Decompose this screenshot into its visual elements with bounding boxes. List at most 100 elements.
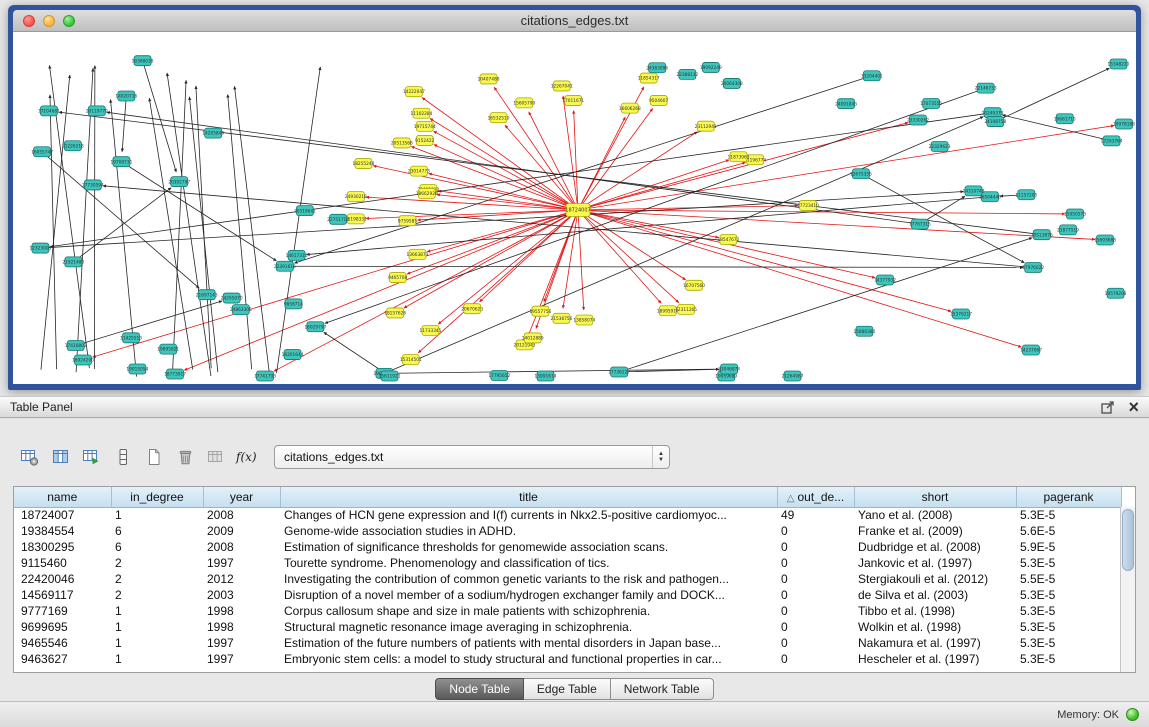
graph-edge (578, 123, 908, 210)
graph-node-label: 17104681 (38, 108, 60, 114)
table-row[interactable]: 1456911722003Disruption of a novel membe… (14, 587, 1121, 603)
column-header-title[interactable]: title (280, 487, 777, 507)
graph-node-label: 14205849 (202, 131, 224, 137)
cell-pagerank: 5.3E-5 (1016, 603, 1121, 619)
graph-node-label: 20319641 (294, 208, 316, 214)
window-titlebar[interactable]: citations_edges.txt (13, 10, 1136, 32)
graph-node-label: 22146733 (975, 86, 997, 92)
table-columns-button[interactable] (45, 444, 76, 470)
table-import-button[interactable] (76, 444, 107, 470)
table-row[interactable]: 2242004622012Investigating the contribut… (14, 571, 1121, 587)
graph-node-label: 21264987 (782, 374, 804, 380)
column-strip-button[interactable] (107, 444, 138, 470)
vertical-scrollbar[interactable] (1120, 507, 1135, 672)
window-zoom-button[interactable] (63, 15, 75, 27)
table-row[interactable]: 977716911998Corpus callosum shape and si… (14, 603, 1121, 619)
graph-node-label: 17795652 (488, 373, 510, 379)
graph-node-label: 11854317 (638, 76, 660, 82)
graph-node-label: 12675355 (850, 171, 872, 177)
graph-edge (384, 117, 983, 374)
graph-edge (93, 210, 578, 357)
table-settings-button[interactable] (14, 444, 45, 470)
graph-node-label: 13858074 (573, 318, 595, 324)
column-header-short[interactable]: short (854, 487, 1016, 507)
column-header-year[interactable]: year (203, 487, 280, 507)
network-canvas[interactable]: 1872400719715744189959142311294117011671… (13, 32, 1136, 384)
cell-in_degree: 6 (111, 523, 203, 539)
graph-node-label: 9152422 (415, 138, 434, 144)
graph-node-label: 21536756 (551, 316, 573, 322)
table-row[interactable]: 946554611997Estimation of the future num… (14, 635, 1121, 651)
cell-title: Investigating the contribution of common… (280, 571, 777, 587)
cell-in_degree: 1 (111, 603, 203, 619)
graph-node-label: 23112941 (695, 124, 717, 130)
graph-node-label: 11157205 (1015, 192, 1037, 198)
new-file-button[interactable] (138, 444, 169, 470)
graph-node-label: 23046874 (718, 367, 740, 373)
graph-node-label: 24930218 (345, 194, 367, 200)
table-row[interactable]: 946362711997Embryonic stem cells: a mode… (14, 651, 1121, 667)
table-row[interactable]: 911546021997Tourette syndrome. Phenomeno… (14, 555, 1121, 571)
graph-node-label: 11425513 (120, 335, 142, 341)
cell-name: 22420046 (14, 571, 111, 587)
graph-node-label: 22751714 (327, 217, 349, 223)
graph-node-label: 11226218 (62, 143, 84, 149)
tab-node-table[interactable]: Node Table (435, 678, 524, 700)
graph-node-label: 17767315 (909, 222, 931, 228)
column-header-pagerank[interactable]: pagerank (1016, 487, 1121, 507)
table-row[interactable]: 1938455462009Genome-wide association stu… (14, 523, 1121, 539)
window-close-button[interactable] (23, 15, 35, 27)
graph-node-label: 11733345 (420, 328, 442, 334)
table-row[interactable]: 1872400712008Changes of HCN gene express… (14, 507, 1121, 523)
graph-edge (149, 98, 192, 369)
graph-node-label: 14020716 (115, 94, 137, 100)
graph-edge (143, 61, 177, 172)
graph-node-label: 16924200 (72, 358, 94, 364)
column-header-in_degree[interactable]: in_degree (111, 487, 203, 507)
graph-node-label: 21877519 (1057, 227, 1079, 233)
scrollbar-thumb[interactable] (1122, 509, 1134, 571)
graph-node-label: 17730594 (82, 183, 104, 189)
cell-pagerank: 5.6E-5 (1016, 523, 1121, 539)
graph-node-label: 19661710 (1054, 116, 1076, 122)
tab-network-table[interactable]: Network Table (611, 678, 714, 700)
graph-node-label: 16201644 (282, 352, 304, 358)
cell-year: 2003 (203, 587, 280, 603)
column-header-out_degree[interactable]: △out_de... (777, 487, 854, 507)
cell-title: Embryonic stem cells: a model to study s… (280, 651, 777, 667)
cell-name: 14569117 (14, 587, 111, 603)
graph-node-label: 18255248 (352, 161, 374, 167)
cell-in_degree: 6 (111, 539, 203, 555)
network-view[interactable]: 1872400719715744189959142311294117011671… (13, 32, 1136, 384)
graph-node-label: 20392797 (168, 179, 190, 185)
graph-edge (122, 96, 126, 152)
graph-edge (494, 87, 578, 210)
cell-pagerank: 5.3E-5 (1016, 555, 1121, 571)
graph-node-label: 15886380 (853, 329, 875, 335)
float-panel-icon[interactable] (1101, 400, 1116, 414)
table-row[interactable]: 969969511998Structural magnetic resonanc… (14, 619, 1121, 635)
traffic-lights (23, 15, 75, 27)
graph-node-label: 23330262 (907, 118, 929, 124)
cell-pagerank: 5.5E-5 (1016, 571, 1121, 587)
delete-button[interactable] (169, 444, 200, 470)
function-button[interactable]: f(x) (231, 444, 262, 470)
graph-node-label: 14377932 (874, 278, 896, 284)
column-header-name[interactable]: name (14, 487, 111, 507)
graph-node-label: 17293764 (1101, 138, 1123, 144)
window-minimize-button[interactable] (43, 15, 55, 27)
cell-out_degree: 0 (777, 587, 854, 603)
table-disabled-button[interactable] (200, 444, 231, 470)
table-columns-icon (52, 448, 70, 466)
cell-name: 18300295 (14, 539, 111, 555)
cell-short: Hescheler et al. (1997) (854, 651, 1016, 667)
table-row[interactable]: 1830029562008Estimation of significance … (14, 539, 1121, 555)
tab-edge-table[interactable]: Edge Table (524, 678, 611, 700)
close-panel-icon[interactable]: × (1128, 400, 1139, 414)
cell-out_degree: 0 (777, 555, 854, 571)
graph-node-label: 15605790 (513, 100, 535, 106)
network-window[interactable]: citations_edges.txt 18724007197157441899… (8, 5, 1141, 390)
graph-node-label: 23014773 (408, 169, 430, 175)
cell-out_degree: 0 (777, 651, 854, 667)
table-selector-dropdown[interactable]: citations_edges.txt ▲ ▼ (274, 445, 670, 469)
